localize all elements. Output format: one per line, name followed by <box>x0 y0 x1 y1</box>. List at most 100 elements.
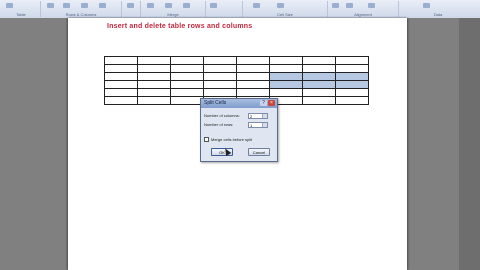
ribbon-group-label: Table <box>16 12 26 17</box>
table-cell[interactable] <box>137 80 171 89</box>
rows-value: 1 <box>250 123 253 128</box>
table-cell[interactable] <box>104 64 138 73</box>
table-cell[interactable] <box>104 72 138 81</box>
table-cell[interactable] <box>203 88 237 97</box>
vertical-scrollbar[interactable] <box>459 18 480 270</box>
table-cell[interactable] <box>137 64 171 73</box>
table-cell[interactable] <box>269 56 303 65</box>
align-icon[interactable] <box>332 3 339 8</box>
document-heading: Insert and delete table rows and columns <box>107 23 253 30</box>
table-cell-selected[interactable] <box>302 80 336 89</box>
table-cell[interactable] <box>302 56 336 65</box>
table-row <box>104 80 369 89</box>
table-cell[interactable] <box>236 88 270 97</box>
width-icon[interactable] <box>277 3 284 8</box>
ribbon-group-label: Cell Size <box>277 12 293 17</box>
dialog-title: Split Cells <box>204 100 227 106</box>
table-cell-selected[interactable] <box>335 80 369 89</box>
rows-label: Number of rows: <box>204 122 234 127</box>
insert-right-icon[interactable] <box>127 3 134 8</box>
formula-icon[interactable] <box>423 3 430 8</box>
checkbox-icon[interactable] <box>204 137 209 143</box>
columns-label: Number of columns: <box>204 113 240 118</box>
table-properties-icon[interactable] <box>6 3 13 8</box>
ribbon-group-merge[interactable]: Merge <box>141 1 206 17</box>
insert-below-icon[interactable] <box>81 3 88 8</box>
merge-checkbox-label: Merge cells before split <box>211 137 253 142</box>
table-cell[interactable] <box>302 88 336 97</box>
merge-cells-icon[interactable] <box>147 3 154 8</box>
table-cell[interactable] <box>335 96 369 105</box>
table-cell[interactable] <box>104 80 138 89</box>
ribbon-group-blank <box>122 1 141 17</box>
table-cell[interactable] <box>104 56 138 65</box>
table-cell[interactable] <box>269 64 303 73</box>
table-cell[interactable] <box>170 72 204 81</box>
table-cell-selected[interactable] <box>302 72 336 81</box>
table-cell[interactable] <box>302 64 336 73</box>
table-cell-selected[interactable] <box>335 72 369 81</box>
columns-spinner[interactable]: 2 <box>248 113 268 119</box>
table-row <box>104 64 369 73</box>
dialog-titlebar[interactable]: Split Cells ? × <box>201 99 277 108</box>
table-cell[interactable] <box>269 88 303 97</box>
ribbon-group-label: Alignment <box>354 12 372 17</box>
table-cell[interactable] <box>335 88 369 97</box>
cancel-button[interactable]: Cancel <box>248 148 270 156</box>
table-cell-selected[interactable] <box>269 80 303 89</box>
help-icon[interactable]: ? <box>260 100 267 106</box>
table-cell[interactable] <box>104 88 138 97</box>
ribbon-group-rows-columns[interactable]: Rows & Columns <box>41 1 122 17</box>
table-cell[interactable] <box>170 96 204 105</box>
insert-left-icon[interactable] <box>99 3 106 8</box>
split-cells-dialog[interactable]: Split Cells ? × Number of columns: 2 Num… <box>200 98 278 162</box>
table-cell[interactable] <box>236 72 270 81</box>
table-cell[interactable] <box>170 80 204 89</box>
table-row <box>104 72 369 81</box>
cell-margins-icon[interactable] <box>368 3 375 8</box>
table-cell[interactable] <box>137 56 171 65</box>
table-cell[interactable] <box>137 96 171 105</box>
insert-above-icon[interactable] <box>63 3 70 8</box>
autofit-icon[interactable] <box>210 3 217 8</box>
table-cell[interactable] <box>335 64 369 73</box>
table-cell[interactable] <box>203 56 237 65</box>
table-cell[interactable] <box>236 56 270 65</box>
ribbon: Table Rows & Columns Merge Cell Size Ali… <box>0 0 480 19</box>
table-cell[interactable] <box>170 64 204 73</box>
ribbon-group-label: Merge <box>167 12 179 17</box>
table-cell[interactable] <box>236 64 270 73</box>
table-cell[interactable] <box>236 80 270 89</box>
height-icon[interactable] <box>253 3 260 8</box>
table-row <box>104 56 369 65</box>
spinner-arrows-icon[interactable] <box>262 114 267 118</box>
table-cell[interactable] <box>104 96 138 105</box>
table-cell[interactable] <box>170 56 204 65</box>
text-direction-icon[interactable] <box>346 3 353 8</box>
table-cell[interactable] <box>302 96 336 105</box>
ribbon-group-cell-size[interactable]: Cell Size <box>243 1 328 17</box>
ribbon-group-label: Rows & Columns <box>65 12 97 17</box>
table-cell-selected[interactable] <box>269 72 303 81</box>
table-cell[interactable] <box>203 72 237 81</box>
ribbon-group-blank-2 <box>206 1 243 17</box>
table-cell[interactable] <box>203 80 237 89</box>
merge-before-split-checkbox[interactable]: Merge cells before split <box>204 137 253 143</box>
rows-spinner[interactable]: 1 <box>248 122 268 128</box>
ribbon-group-table[interactable]: Table <box>2 1 41 17</box>
table-cell[interactable] <box>170 88 204 97</box>
table-cell[interactable] <box>203 64 237 73</box>
columns-value: 2 <box>250 114 253 119</box>
ribbon-group-alignment[interactable]: Alignment <box>328 1 399 17</box>
table-cell[interactable] <box>137 72 171 81</box>
table-cell[interactable] <box>335 56 369 65</box>
table-row <box>104 88 369 97</box>
delete-icon[interactable] <box>47 3 54 8</box>
table-cell[interactable] <box>137 88 171 97</box>
spinner-arrows-icon[interactable] <box>262 123 267 127</box>
split-cells-icon[interactable] <box>165 3 172 8</box>
close-icon[interactable]: × <box>268 100 275 106</box>
ribbon-group-data[interactable]: Data <box>399 1 477 17</box>
split-table-icon[interactable] <box>183 3 190 8</box>
ribbon-group-label: Data <box>433 12 443 17</box>
